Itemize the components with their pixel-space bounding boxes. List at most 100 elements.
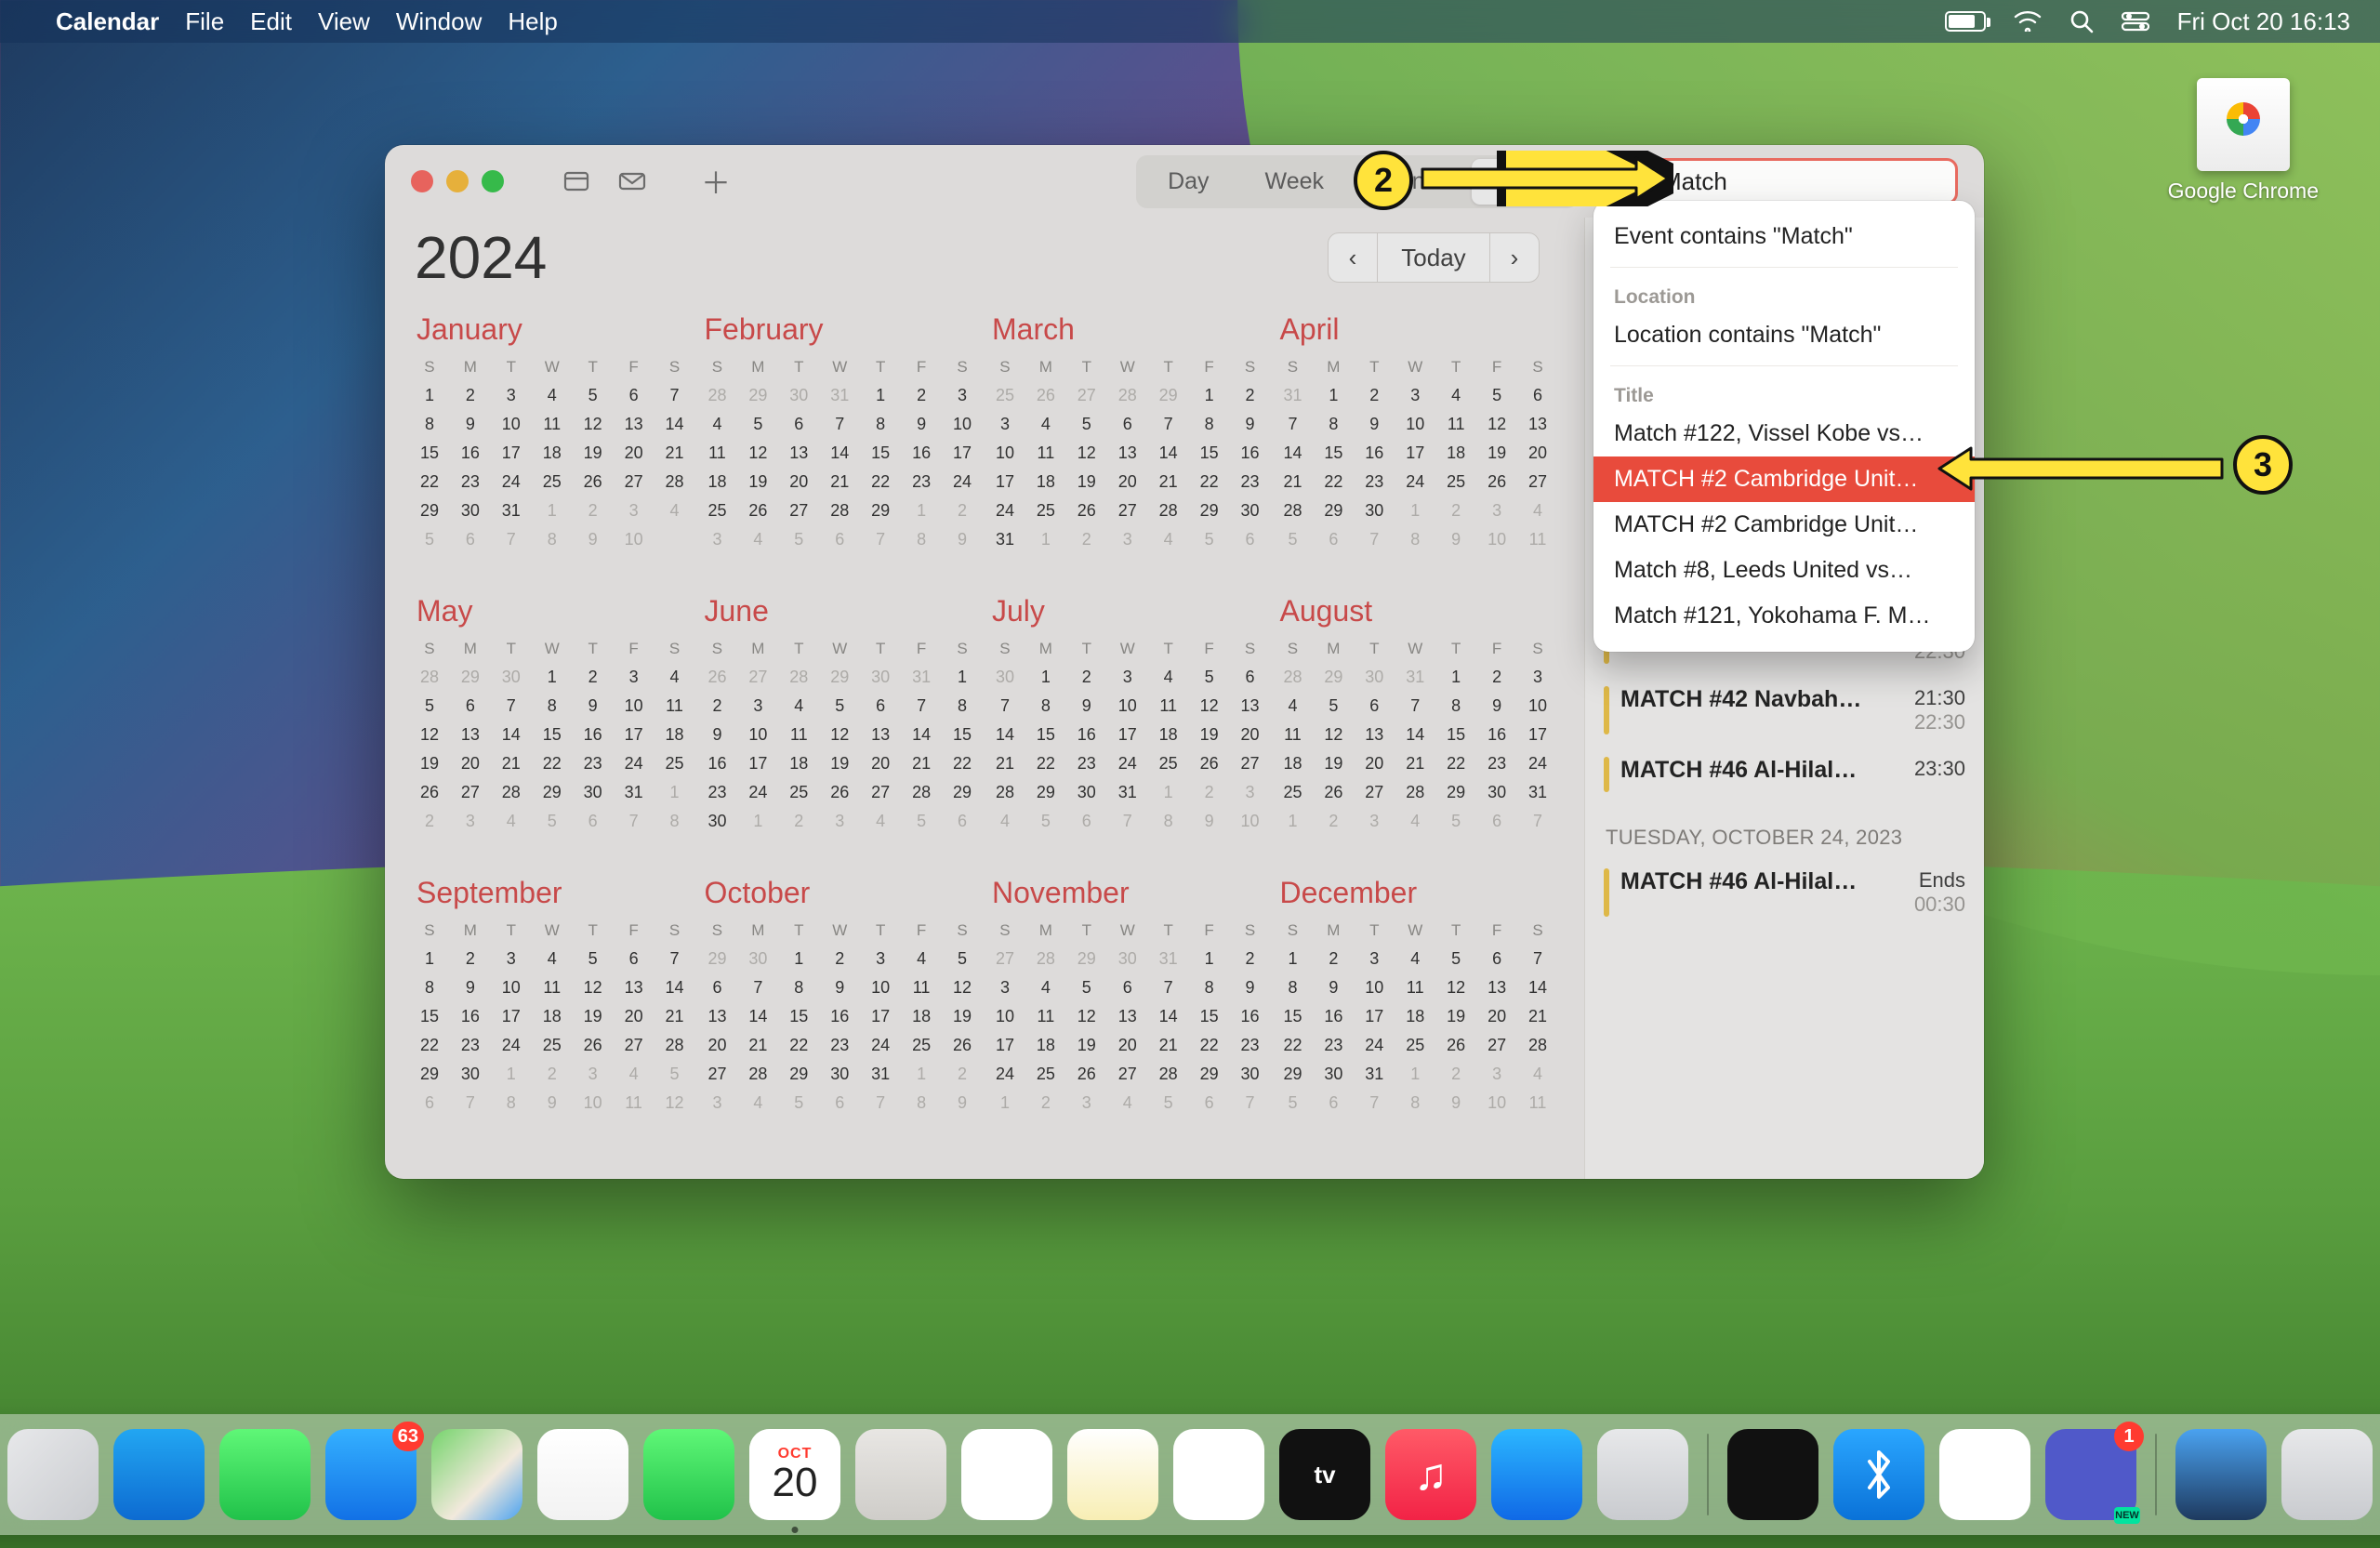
event-title: MATCH #46 Al-Hilal… xyxy=(1620,868,1903,895)
close-button[interactable] xyxy=(411,170,433,192)
dock-activity[interactable] xyxy=(1727,1429,1818,1520)
month-march[interactable]: MarchSMTWTFS2526272829123456789101112131… xyxy=(985,312,1271,551)
zoom-button[interactable] xyxy=(482,170,504,192)
search-input[interactable] xyxy=(1661,167,1973,196)
dock-chrome[interactable] xyxy=(1939,1429,2030,1520)
month-title: May xyxy=(416,594,695,628)
suggestion-result-3[interactable]: Match #8, Leeds United vs… xyxy=(1593,548,1975,593)
add-event-icon[interactable]: ＋ xyxy=(697,165,734,198)
prev-button[interactable]: ‹ xyxy=(1328,232,1378,283)
month-title: January xyxy=(416,312,695,347)
dock-facetime[interactable] xyxy=(643,1429,734,1520)
event-times: 23:30 xyxy=(1914,757,1965,781)
event-times: 21:3022:30 xyxy=(1914,686,1965,734)
callout-2: 2 xyxy=(1354,151,1413,210)
view-tab-week[interactable]: Week xyxy=(1237,159,1352,205)
month-title: June xyxy=(705,594,984,628)
dock-contacts[interactable] xyxy=(855,1429,946,1520)
month-june[interactable]: JuneSMTWTFS26272829303112345678910111213… xyxy=(697,594,984,833)
menu-view[interactable]: View xyxy=(318,7,370,36)
month-february[interactable]: FebruarySMTWTFS2829303112345678910111213… xyxy=(697,312,984,551)
event-times: Ends00:30 xyxy=(1914,868,1965,917)
dock-messages[interactable] xyxy=(219,1429,311,1520)
month-april[interactable]: AprilSMTWTFS3112345678910111213141516171… xyxy=(1273,312,1559,551)
dock-downloads[interactable] xyxy=(2281,1429,2373,1520)
suggestion-header-location: Location xyxy=(1593,275,1975,312)
dock-desktop-stack[interactable] xyxy=(2175,1429,2267,1520)
event-title: MATCH #46 Al-Hilal… xyxy=(1620,757,1903,784)
suggestion-result-2[interactable]: MATCH #2 Cambridge Unit… xyxy=(1593,502,1975,548)
control-center-icon[interactable] xyxy=(2122,11,2149,32)
month-october[interactable]: OctoberSMTWTFS29301234567891011121314151… xyxy=(697,876,984,1115)
dock-notes[interactable] xyxy=(1067,1429,1158,1520)
calendars-toggle-icon[interactable] xyxy=(558,165,595,198)
menu-window[interactable]: Window xyxy=(396,7,482,36)
month-title: February xyxy=(705,312,984,347)
month-january[interactable]: JanuarySMTWTFS12345678910111213141516171… xyxy=(409,312,695,551)
minimize-button[interactable] xyxy=(446,170,469,192)
search-suggestions-dropdown: Event contains "Match" LocationLocation c… xyxy=(1593,201,1975,652)
month-title: September xyxy=(416,876,695,910)
spotlight-icon[interactable] xyxy=(2069,9,2094,33)
view-tab-day[interactable]: Day xyxy=(1140,159,1236,205)
dock-calendar[interactable]: OCT20 xyxy=(749,1429,840,1520)
month-july[interactable]: JulySMTWTFS30123456789101112131415161718… xyxy=(985,594,1271,833)
month-september[interactable]: SeptemberSMTWTFS123456789101112131415161… xyxy=(409,876,695,1115)
dock-bluetooth[interactable] xyxy=(1833,1429,1924,1520)
calendar-color-bar xyxy=(1604,868,1609,917)
calendar-color-bar xyxy=(1604,686,1609,734)
menu-file[interactable]: File xyxy=(185,7,224,36)
dock-tv[interactable]: tv xyxy=(1279,1429,1370,1520)
dock-safari[interactable] xyxy=(113,1429,205,1520)
dock-photos[interactable] xyxy=(537,1429,628,1520)
month-title: November xyxy=(992,876,1271,910)
suggestion-location-contains[interactable]: Location contains "Match" xyxy=(1593,312,1975,358)
year-label: 2024 xyxy=(415,223,547,292)
dock-mail[interactable]: 63 xyxy=(325,1429,416,1520)
month-november[interactable]: NovemberSMTWTFS2728293031123456789101112… xyxy=(985,876,1271,1115)
month-may[interactable]: MaySMTWTFS282930123456789101112131415161… xyxy=(409,594,695,833)
dock-music[interactable]: ♫ xyxy=(1385,1429,1476,1520)
month-title: December xyxy=(1280,876,1559,910)
dock-launchpad[interactable] xyxy=(7,1429,99,1520)
month-title: July xyxy=(992,594,1271,628)
today-button[interactable]: Today xyxy=(1378,232,1489,283)
suggestion-result-4[interactable]: Match #121, Yokohama F. M… xyxy=(1593,593,1975,639)
dock-settings[interactable] xyxy=(1597,1429,1688,1520)
app-name[interactable]: Calendar xyxy=(56,7,159,36)
event-row[interactable]: MATCH #46 Al-Hilal… Ends00:30 xyxy=(1600,857,1969,928)
menu-edit[interactable]: Edit xyxy=(250,7,292,36)
wifi-icon[interactable] xyxy=(2014,11,2042,32)
desktop-icon-label: Google Chrome xyxy=(2168,179,2319,204)
nav-group: ‹ Today › xyxy=(1328,232,1540,283)
dock-maps[interactable] xyxy=(431,1429,522,1520)
dock-appstore[interactable] xyxy=(1491,1429,1582,1520)
badge: 63 xyxy=(392,1422,424,1451)
badge: 1 xyxy=(2114,1422,2144,1451)
month-title: April xyxy=(1280,312,1559,347)
month-title: October xyxy=(705,876,984,910)
month-august[interactable]: AugustSMTWTFS282930311234567891011121314… xyxy=(1273,594,1559,833)
section-next: TUESDAY, OCTOBER 24, 2023 xyxy=(1606,826,1969,850)
dock-teams[interactable]: 1NEW xyxy=(2045,1429,2136,1520)
month-title: March xyxy=(992,312,1271,347)
menu-help[interactable]: Help xyxy=(508,7,557,36)
dock-reminders[interactable] xyxy=(961,1429,1052,1520)
dock-freeform[interactable] xyxy=(1173,1429,1264,1520)
event-row[interactable]: MATCH #42 Navbah… 21:3022:30 xyxy=(1600,675,1969,746)
event-title: MATCH #42 Navbah… xyxy=(1620,686,1903,713)
month-december[interactable]: DecemberSMTWTFS1234567891011121314151617… xyxy=(1273,876,1559,1115)
chrome-icon xyxy=(2197,78,2290,171)
next-button[interactable]: › xyxy=(1489,232,1540,283)
inbox-icon[interactable] xyxy=(614,165,651,198)
calendar-color-bar xyxy=(1604,757,1609,792)
battery-icon[interactable] xyxy=(1945,11,1986,32)
suggestion-event-contains[interactable]: Event contains "Match" xyxy=(1593,214,1975,259)
clock[interactable]: Fri Oct 20 16:13 xyxy=(2177,7,2350,36)
menubar: Calendar File Edit View Window Help Fri … xyxy=(0,0,2380,43)
dock: 63 OCT20 tv♫ 1NEW xyxy=(0,1414,2380,1535)
arrow-icon xyxy=(1376,151,1673,206)
desktop-icon-chrome[interactable]: Google Chrome xyxy=(2168,78,2319,204)
event-row[interactable]: MATCH #46 Al-Hilal… 23:30 xyxy=(1600,746,1969,803)
suggestion-header-title: Title xyxy=(1593,374,1975,411)
